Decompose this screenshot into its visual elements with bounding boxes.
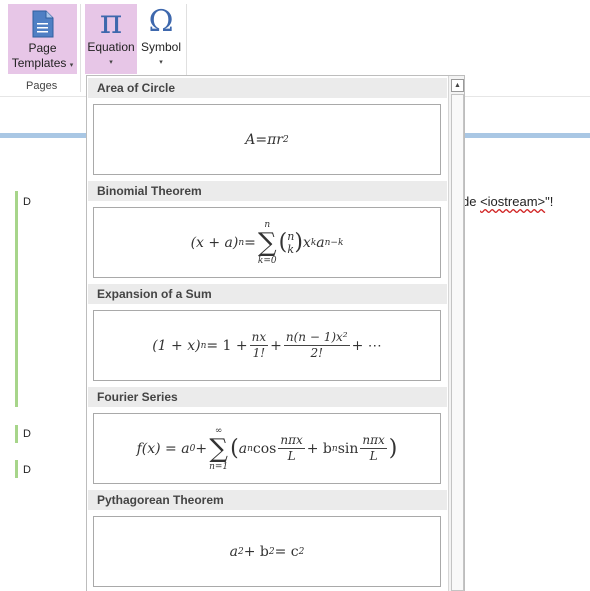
equation-pythagorean-theorem[interactable]: a2 + b2 = c2 [93, 516, 441, 587]
eq-part: ( [278, 230, 288, 255]
eq-part: 2 [283, 134, 289, 145]
eq-part: nx [249, 330, 269, 346]
eq-part: k=0 [257, 255, 277, 266]
symbol-button[interactable]: Ω Symbol ▾ [139, 4, 183, 74]
symbol-label: Symbol [140, 40, 181, 54]
eq-part: ) [388, 436, 398, 461]
eq-part: + b [243, 543, 269, 560]
gallery-item-title: Fourier Series [88, 387, 447, 407]
eq-part: L [369, 449, 378, 463]
chevron-down-icon: ▾ [109, 59, 113, 66]
equation-render: A = πr 2 [94, 105, 440, 174]
eq-part: + ⋯ [351, 337, 382, 354]
eq-part: n−k [324, 237, 344, 248]
gallery-scrollbar[interactable]: ▲ [448, 76, 464, 591]
eq-part: f(x) = a [136, 440, 190, 457]
eq-part: k [287, 242, 295, 256]
fraction: n(n − 1)x² 2! [283, 330, 350, 361]
note-text-suffix: "! [545, 194, 554, 209]
eq-part: x [302, 234, 311, 251]
gallery-item-title: Expansion of a Sum [88, 284, 447, 304]
sigma-symbol: ∞ ∑ n=1 [209, 426, 228, 472]
eq-part: = 1 + [206, 337, 248, 354]
eq-part: 2! [310, 346, 323, 360]
binomial-coefficient: n k [287, 230, 294, 256]
eq-part: a [229, 543, 238, 560]
eq-part: cos [252, 440, 277, 457]
paragraph-bar [15, 460, 18, 478]
eq-part: ∑ [257, 227, 277, 258]
eq-part: nπx [278, 433, 305, 449]
eq-part: a [238, 440, 248, 457]
group-label-pages: Pages [26, 80, 58, 92]
page-templates-label-1: Page [28, 41, 57, 55]
sigma-symbol: n ∑ k=0 [258, 220, 277, 266]
equation-fourier-series[interactable]: f(x) = a0 + ∞ ∑ n=1 (a n cos nπx L + bn s… [93, 413, 441, 484]
page-templates-label-2: Templates [11, 56, 67, 70]
eq-part: πr [267, 131, 284, 148]
note-text[interactable]: de <iostream>"! [462, 194, 553, 209]
eq-part: 1! [252, 346, 266, 360]
eq-part: n [287, 229, 295, 243]
equation-gallery: Area of Circle A = πr 2 Binomial Theorem … [86, 75, 465, 591]
gallery-item-title: Area of Circle [88, 78, 447, 98]
equation-area-of-circle[interactable]: A = πr 2 [93, 104, 441, 175]
paragraph-text: D [23, 428, 31, 440]
eq-part: (1 + x) [152, 337, 201, 354]
eq-part: nπx [360, 433, 387, 449]
pi-icon: π [99, 2, 123, 42]
eq-part: n=1 [209, 461, 229, 472]
paragraph-text: D [23, 464, 31, 476]
eq-part: ) [294, 230, 303, 255]
eq-part: = [244, 234, 256, 251]
eq-part: ∑ [209, 433, 228, 464]
equation-binomial-theorem[interactable]: (x + a) n = n ∑ k=0 ( n k ) x k a n−k [93, 207, 441, 278]
scroll-thumb[interactable] [451, 94, 464, 591]
equation-button[interactable]: π Equation ▾ [85, 4, 137, 74]
group-separator [80, 4, 81, 92]
scroll-up-button[interactable]: ▲ [451, 79, 464, 92]
eq-part: A [245, 131, 256, 148]
eq-part: + [270, 337, 282, 354]
equation-expansion-of-a-sum[interactable]: (1 + x) n = 1 + nx 1! + n(n − 1)x² 2! + ⋯ [93, 310, 441, 381]
eq-part: sin [337, 440, 359, 457]
eq-part: a [316, 234, 325, 251]
eq-part: ( [230, 436, 239, 461]
equation-render: f(x) = a0 + ∞ ∑ n=1 (a n cos nπx L + bn s… [94, 414, 440, 483]
equation-label: Equation [87, 40, 135, 54]
misspelled-word[interactable]: <iostream> [480, 194, 545, 209]
page-templates-icon [32, 10, 53, 38]
equation-render: (1 + x) n = 1 + nx 1! + n(n − 1)x² 2! + ⋯ [94, 311, 440, 380]
fraction: nπx L [278, 433, 305, 464]
chevron-down-icon: ▾ [159, 59, 163, 66]
eq-part: = c [274, 543, 299, 560]
eq-part: L [287, 449, 296, 463]
eq-part: (x + a) [190, 234, 239, 251]
fraction: nx 1! [249, 330, 269, 361]
equation-render: a2 + b2 = c2 [94, 517, 440, 586]
paragraph-bar [15, 425, 18, 443]
gallery-item-title: Binomial Theorem [88, 181, 447, 201]
paragraph-text: D [23, 196, 31, 208]
equation-render: (x + a) n = n ∑ k=0 ( n k ) x k a n−k [94, 208, 440, 277]
omega-icon: Ω [148, 4, 174, 39]
page-templates-button[interactable]: Page Templates ▾ [8, 4, 77, 74]
gallery-item-title: Pythagorean Theorem [88, 490, 447, 510]
chevron-down-icon: ▾ [69, 62, 74, 69]
eq-part: 2 [298, 546, 305, 557]
paragraph-bar [15, 191, 18, 407]
eq-part: n(n − 1)x² [283, 330, 350, 346]
eq-part: + b [306, 440, 332, 457]
eq-part: = [255, 131, 268, 148]
eq-part: + [195, 440, 208, 457]
fraction: nπx L [360, 433, 387, 464]
